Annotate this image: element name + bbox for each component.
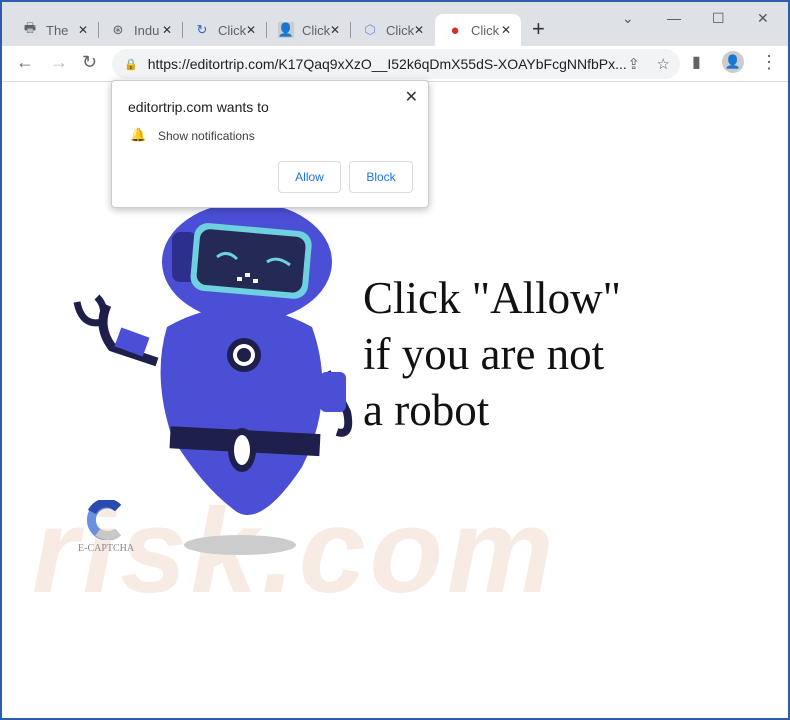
tab-label: Click (386, 22, 415, 38)
notification-permission-popup: editortrip.com wants to ✕ 🔔 Show notific… (111, 80, 429, 208)
tab-label: Click (471, 22, 500, 38)
maximize-button[interactable]: ☐ (712, 10, 725, 27)
tab-search-icon[interactable]: ⌄ (622, 10, 634, 27)
close-tab-icon[interactable]: ✕ (246, 23, 256, 37)
url-text[interactable]: https://editortrip.com/K17Qaq9xXzO__I52k… (148, 56, 627, 72)
headline-line-1: Click "Allow" (363, 273, 621, 323)
headline-line-3: a robot (363, 385, 490, 435)
close-tab-icon[interactable]: ✕ (162, 23, 172, 37)
red-circle-icon: ● (450, 21, 460, 39)
block-button[interactable]: Block (349, 161, 413, 193)
reload-button[interactable]: ↻ (82, 52, 97, 73)
tab-1[interactable]: 🖶 The ✕ (10, 14, 98, 46)
tab-6-active[interactable]: ● Click ✕ (435, 14, 521, 46)
close-tab-icon[interactable]: ✕ (330, 23, 340, 37)
bell-icon: 🔔 (130, 127, 147, 142)
tab-4[interactable]: 👤 Click ✕ (266, 14, 350, 46)
toolbar: ← → ↻ 🔒 https://editortrip.com/K17Qaq9xX… (2, 46, 788, 82)
close-tab-icon[interactable]: ✕ (78, 23, 88, 37)
tab-strip: 🖶 The ✕ ⊛ Indu ✕ ↻ Click ✕ 👤 Click ✕ ⬡ Click ✕ ● Cl… (2, 2, 788, 46)
permission-text: Show notifications (158, 129, 255, 143)
captcha-icon: ↻ (196, 22, 208, 37)
captcha-logo-icon (86, 500, 122, 540)
share-icon[interactable]: ⇪ (627, 55, 640, 73)
side-panel-icon[interactable]: ▮ (692, 52, 701, 72)
close-tab-icon[interactable]: ✕ (414, 23, 424, 37)
printer-icon: 🖶 (23, 20, 37, 35)
minimize-button[interactable]: — (667, 10, 681, 26)
headline-line-2: if you are not (363, 329, 605, 379)
lock-icon: 🔒 (124, 58, 138, 71)
forward-button[interactable]: → (50, 52, 68, 73)
browser-window: 🖶 The ✕ ⊛ Indu ✕ ↻ Click ✕ 👤 Click ✕ ⬡ Click ✕ ● Cl… (2, 2, 788, 718)
allow-button[interactable]: Allow (278, 161, 341, 193)
menu-icon[interactable]: ⋮ (760, 52, 778, 73)
robot-check-headline: Click "Allow" if you are not a robot (363, 270, 621, 438)
address-bar[interactable]: 🔒 https://editortrip.com/K17Qaq9xXzO__I5… (112, 49, 680, 79)
star-icon[interactable]: ☆ (657, 55, 670, 73)
tab-label: Click (218, 22, 247, 38)
popup-title: editortrip.com wants to (128, 99, 269, 115)
person-icon: 👤 (277, 22, 295, 38)
captcha-label: E-CAPTCHA (78, 543, 135, 554)
tab-label: Click (302, 22, 331, 38)
close-icon[interactable]: ✕ (405, 87, 418, 107)
tab-3[interactable]: ↻ Click ✕ (182, 14, 266, 46)
new-tab-button[interactable]: + (532, 16, 545, 42)
close-tab-icon[interactable]: ✕ (501, 23, 511, 37)
hexagon-icon: ⬡ (364, 22, 376, 37)
tab-label: The (46, 22, 69, 38)
tab-2[interactable]: ⊛ Indu ✕ (98, 14, 182, 46)
tab-5[interactable]: ⬡ Click ✕ (350, 14, 434, 46)
tab-label: Indu (134, 22, 160, 38)
back-button[interactable]: ← (16, 52, 34, 73)
close-window-button[interactable]: ✕ (757, 10, 769, 27)
film-reel-icon: ⊛ (112, 22, 124, 37)
profile-avatar[interactable]: 👤 (722, 51, 744, 73)
